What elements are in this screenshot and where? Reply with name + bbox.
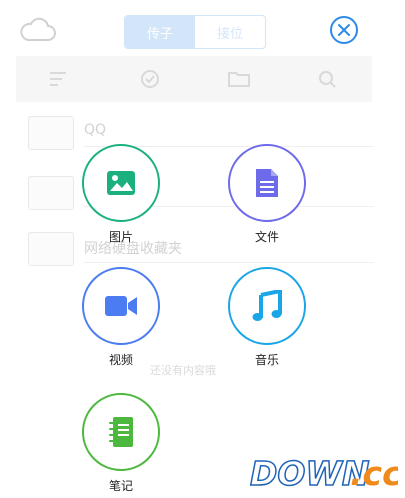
option-note-label: 笔记 <box>108 479 133 493</box>
folder-thumbnail <box>28 116 74 150</box>
document-icon <box>256 169 278 197</box>
sort-icon <box>49 72 66 86</box>
bg-toolbar <box>16 56 372 102</box>
image-icon <box>107 171 135 195</box>
notebook-icon <box>109 417 133 447</box>
close-icon <box>338 24 350 36</box>
option-image-circle[interactable] <box>82 144 160 222</box>
option-video-circle[interactable] <box>82 267 160 345</box>
option-file-label: 文件 <box>254 230 279 244</box>
option-video-label: 视频 <box>108 353 133 367</box>
svg-text:.cc: .cc <box>350 454 398 492</box>
background-app: 传子 接位 QQ 网络硬盘收藏夹 还没有内容哦 <box>0 0 405 498</box>
option-note-circle[interactable] <box>82 393 160 471</box>
option-music-label: 音乐 <box>254 353 279 367</box>
option-image[interactable]: 图片 <box>79 144 163 245</box>
close-button[interactable] <box>330 16 358 44</box>
option-file-circle[interactable] <box>228 144 306 222</box>
bg-row-label: QQ <box>84 122 107 138</box>
bg-tab-2: 接位 <box>216 26 243 42</box>
option-music-circle[interactable] <box>228 267 306 345</box>
option-music[interactable]: 音乐 <box>225 267 309 368</box>
search-icon <box>318 71 336 88</box>
bg-segmented-tabs: 传子 接位 <box>124 15 266 49</box>
folder-thumbnail <box>28 232 74 266</box>
video-camera-icon <box>105 296 137 316</box>
option-image-label: 图片 <box>108 230 133 244</box>
folder-thumbnail <box>28 176 74 210</box>
bg-tab-1: 传子 <box>125 16 195 48</box>
option-video[interactable]: 视频 <box>79 267 163 368</box>
option-file[interactable]: 文件 <box>225 144 309 245</box>
option-note[interactable]: 笔记 <box>79 393 163 494</box>
check-icon <box>140 70 159 88</box>
cloud-icon <box>20 17 56 41</box>
watermark-logo: DOWN .cc <box>249 453 398 492</box>
divider <box>84 262 374 263</box>
music-note-icon <box>252 290 282 321</box>
folder-icon <box>227 72 250 87</box>
